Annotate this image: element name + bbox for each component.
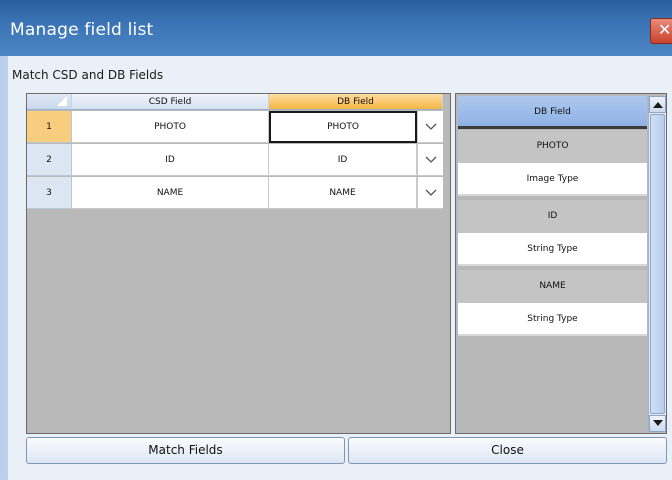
close-icon[interactable]: ✕ (650, 18, 672, 44)
column-header-db-field[interactable]: DB Field (269, 94, 443, 110)
db-field-list-header[interactable]: DB Field (458, 96, 647, 129)
field-match-grid: CSD Field DB Field 1 PHOTO PHOTO 2 ID ID… (26, 93, 451, 434)
csd-field-cell[interactable]: PHOTO (72, 111, 269, 143)
csd-field-cell[interactable]: NAME (72, 177, 269, 209)
list-item[interactable]: String Type (458, 233, 647, 266)
scroll-thumb[interactable] (650, 114, 665, 414)
csd-field-cell[interactable]: ID (72, 144, 269, 176)
close-button[interactable]: Close (348, 437, 667, 464)
list-item[interactable]: NAME (458, 270, 647, 303)
table-row[interactable]: 2 ID ID (27, 144, 443, 176)
table-row[interactable]: 1 PHOTO PHOTO (27, 111, 443, 143)
arrow-up-icon (653, 102, 663, 108)
list-item[interactable]: String Type (458, 303, 647, 336)
chevron-down-icon[interactable] (417, 177, 443, 209)
row-number[interactable]: 3 (27, 177, 72, 209)
table-row[interactable]: 3 NAME NAME (27, 177, 443, 209)
row-number[interactable]: 2 (27, 144, 72, 176)
match-fields-button[interactable]: Match Fields (26, 437, 345, 464)
db-field-cell[interactable]: NAME (269, 177, 417, 209)
db-field-list: DB Field PHOTO Image Type ID String Type… (455, 93, 667, 434)
arrow-down-icon (653, 420, 663, 426)
group-label: Match CSD and DB Fields (12, 68, 164, 82)
list-item[interactable]: Image Type (458, 163, 647, 196)
list-item[interactable]: ID (458, 200, 647, 233)
scroll-up-button[interactable] (649, 96, 666, 113)
db-field-cell[interactable]: PHOTO (269, 111, 417, 143)
column-header-csd-field[interactable]: CSD Field (72, 94, 269, 110)
list-item[interactable]: PHOTO (458, 130, 647, 163)
window-title: Manage field list (10, 20, 154, 40)
scroll-down-button[interactable] (649, 415, 666, 432)
chevron-down-icon[interactable] (417, 144, 443, 176)
chevron-down-icon[interactable] (417, 111, 443, 143)
db-field-cell[interactable]: ID (269, 144, 417, 176)
title-bar[interactable]: Manage field list ✕ (0, 0, 672, 56)
vertical-scrollbar[interactable] (648, 96, 666, 432)
select-all-corner[interactable] (27, 94, 72, 110)
row-number[interactable]: 1 (27, 111, 72, 143)
